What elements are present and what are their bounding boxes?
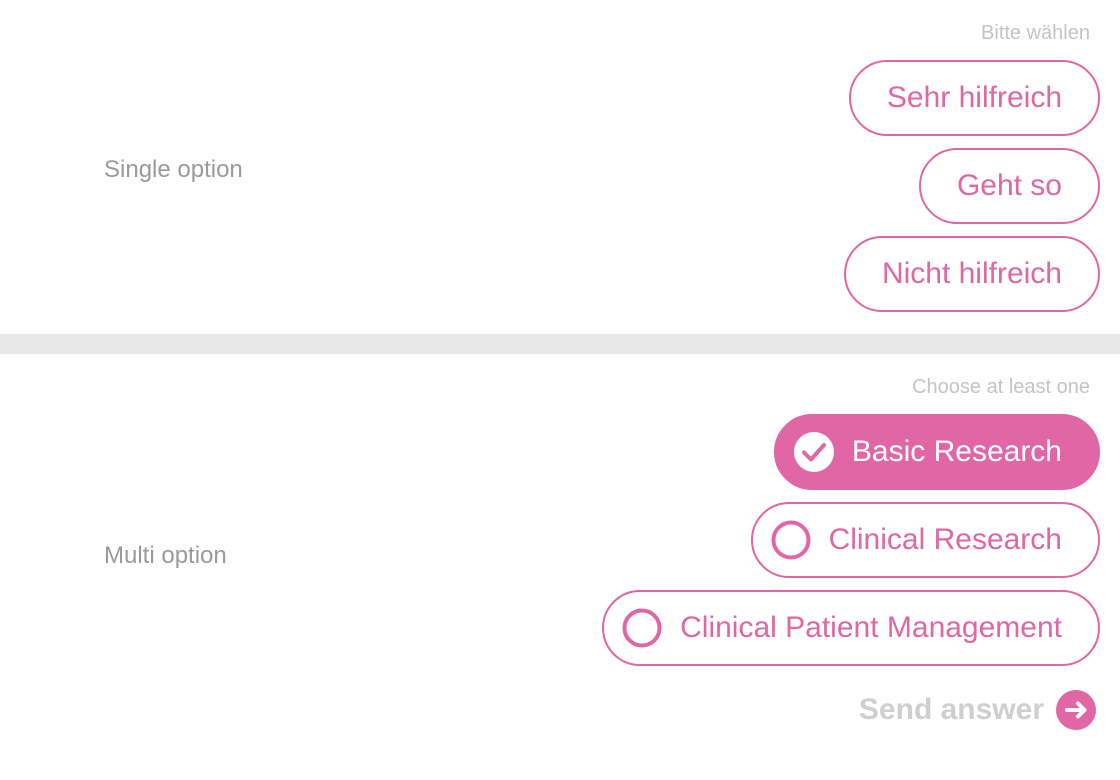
- empty-circle-icon: [622, 608, 662, 648]
- option-geht-so[interactable]: Geht so: [918, 148, 1100, 224]
- arrow-right-circle-icon: [1056, 690, 1096, 730]
- multi-option-section: Multi option Choose at least one Basic R…: [0, 354, 1120, 780]
- option-label: Clinical Patient Management: [680, 611, 1062, 644]
- single-option-label: Single option: [104, 156, 243, 183]
- option-label: Basic Research: [851, 435, 1062, 468]
- option-label: Clinical Research: [828, 523, 1062, 556]
- option-label: Geht so: [956, 169, 1062, 202]
- send-answer-button[interactable]: Send answer: [859, 690, 1096, 730]
- single-option-list: Sehr hilfreich Geht so Nicht hilfreich: [843, 60, 1100, 312]
- option-clinical-patient-management[interactable]: Clinical Patient Management: [602, 590, 1100, 666]
- option-label: Nicht hilfreich: [881, 257, 1062, 290]
- send-answer-label: Send answer: [858, 693, 1044, 726]
- chat-answer-page: Single option Bitte wählen Sehr hilfreic…: [0, 0, 1120, 780]
- multi-option-label: Multi option: [104, 542, 227, 569]
- multi-option-hint: Choose at least one: [912, 376, 1090, 398]
- check-circle-icon: [793, 432, 834, 472]
- option-basic-research[interactable]: Basic Research: [773, 414, 1100, 490]
- option-clinical-research[interactable]: Clinical Research: [750, 502, 1100, 578]
- empty-circle-icon: [771, 520, 811, 560]
- option-sehr-hilfreich[interactable]: Sehr hilfreich: [848, 60, 1100, 136]
- option-nicht-hilfreich[interactable]: Nicht hilfreich: [843, 236, 1100, 312]
- section-divider: [0, 334, 1120, 354]
- single-option-hint: Bitte wählen: [981, 22, 1090, 44]
- multi-option-list: Basic Research Clinical Research Clinica…: [602, 414, 1100, 666]
- single-option-section: Single option Bitte wählen Sehr hilfreic…: [0, 0, 1120, 334]
- option-label: Sehr hilfreich: [886, 81, 1062, 114]
